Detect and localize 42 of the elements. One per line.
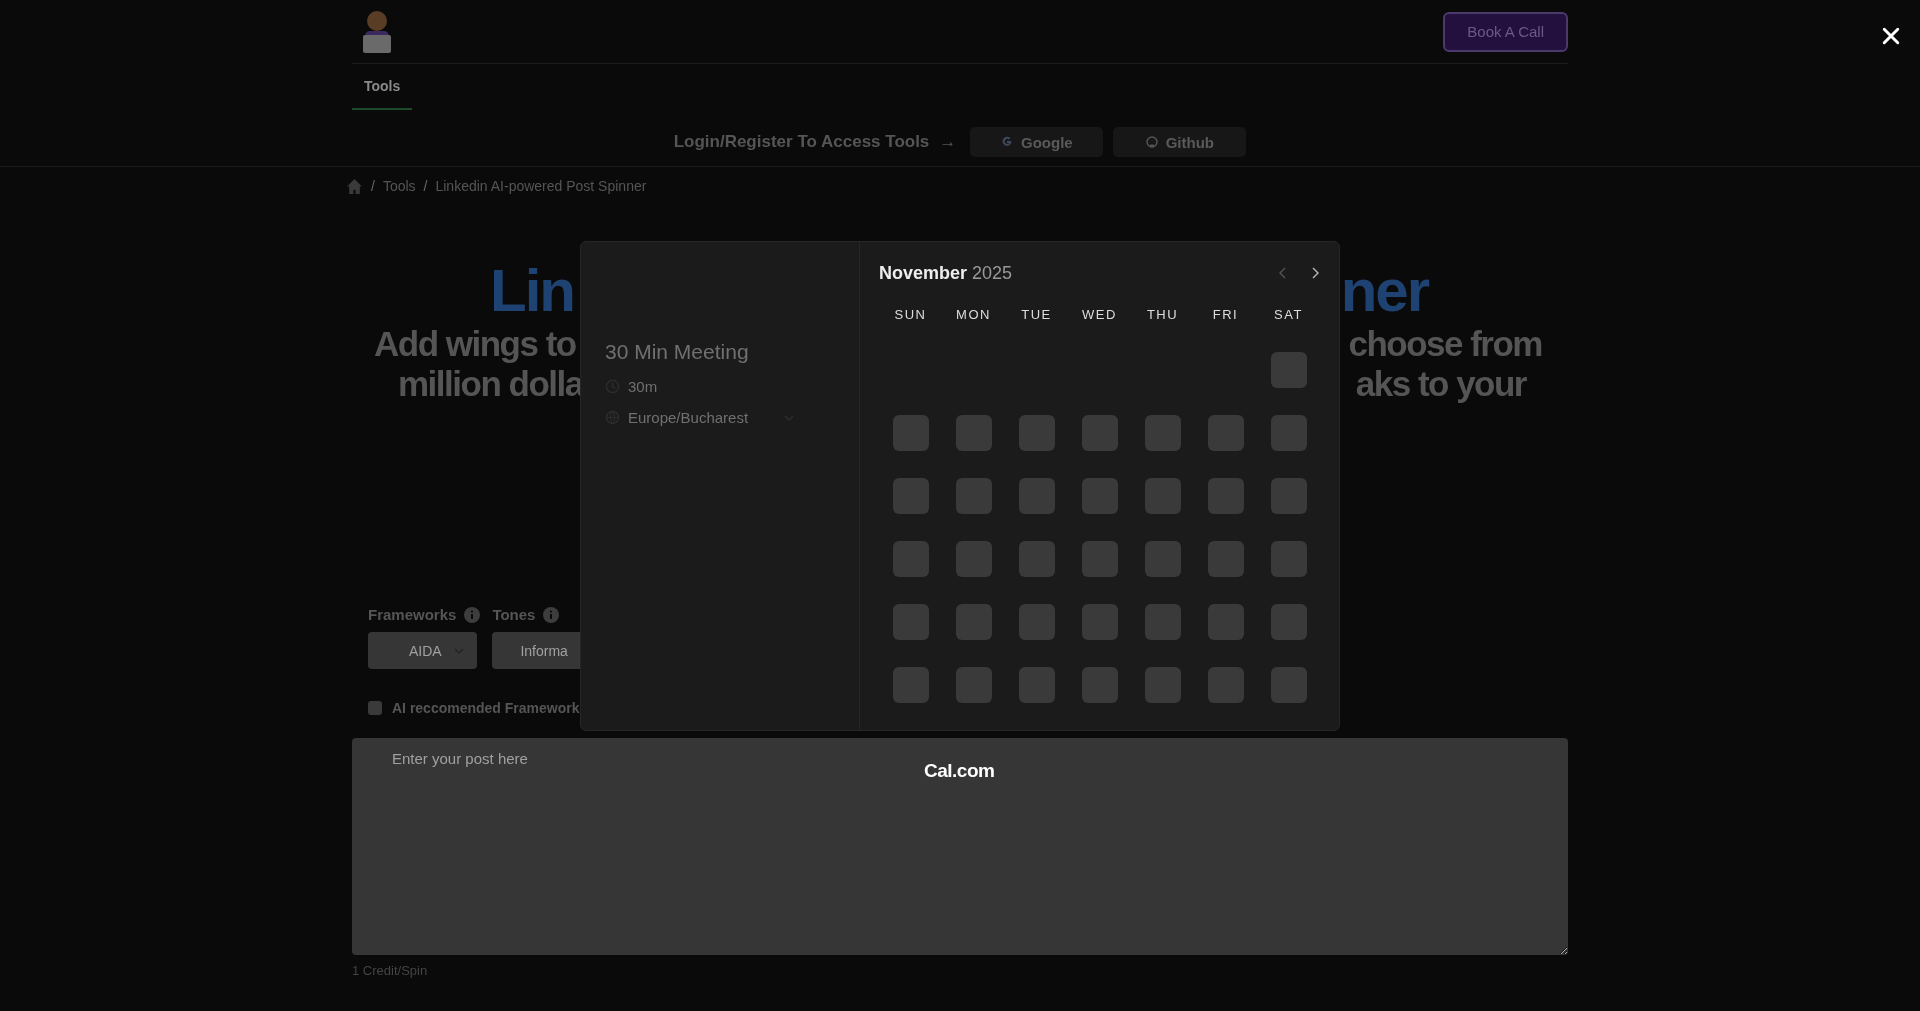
google-icon xyxy=(1001,136,1013,148)
event-duration: 30m xyxy=(628,378,658,395)
weekday-label: WED xyxy=(1081,307,1118,322)
field-label: Frameworks xyxy=(368,606,457,623)
login-prompt: Login/Register To Access Tools xyxy=(673,132,930,152)
checkbox-label: AI reccomended Framework xyxy=(392,700,580,716)
home-icon[interactable] xyxy=(346,177,363,195)
hero-title-fragment: Lin xyxy=(490,258,574,324)
subtitle-fragment: choose from xyxy=(1348,324,1542,364)
login-button[interactable]: Github xyxy=(1113,127,1247,157)
weekday-label: SUN xyxy=(893,307,928,322)
login-button[interactable]: Google xyxy=(970,127,1104,157)
credit-note: 1 Credit/Spin xyxy=(352,963,429,978)
breadcrumb-link[interactable]: Tools xyxy=(382,178,416,194)
github-icon xyxy=(1145,136,1158,148)
event-title: 30 Min Meeting xyxy=(605,340,750,364)
hero-title-fragment: ner xyxy=(1340,258,1428,324)
info-icon[interactable] xyxy=(543,606,560,623)
close-icon[interactable] xyxy=(1882,27,1900,45)
previous-month-icon[interactable] xyxy=(1278,265,1288,281)
field-label: Tones xyxy=(492,606,536,623)
info-icon[interactable] xyxy=(464,606,481,623)
subtitle-fragment: million dolla xyxy=(398,364,583,404)
breadcrumb-separator: / xyxy=(371,178,375,194)
weekday-label: SAT xyxy=(1273,307,1304,322)
next-month-icon[interactable] xyxy=(1310,265,1320,281)
weekday-label: THU xyxy=(1145,307,1180,322)
checkbox[interactable] xyxy=(368,701,382,715)
nav-tab[interactable]: Tools xyxy=(352,64,413,110)
subtitle-fragment: aks to your xyxy=(1355,364,1526,404)
breadcrumb-separator: / xyxy=(423,178,428,194)
brand-logo: Cal.com xyxy=(924,760,995,782)
month-title: November 2025 xyxy=(879,262,1014,284)
select-dropdown[interactable]: AIDA xyxy=(368,632,477,669)
timezone-select[interactable]: Europe/Bucharest xyxy=(628,409,749,426)
arrow-text: → xyxy=(939,132,957,152)
weekday-label: FRI xyxy=(1211,307,1240,322)
breadcrumb-current: Linkedin AI-powered Post Spinner xyxy=(435,178,647,194)
weekday-label: TUE xyxy=(1020,307,1053,322)
book-call-button[interactable]: Book A Call xyxy=(1443,11,1568,52)
subtitle-fragment: Add wings to xyxy=(374,324,576,364)
weekday-label: MON xyxy=(955,307,992,322)
